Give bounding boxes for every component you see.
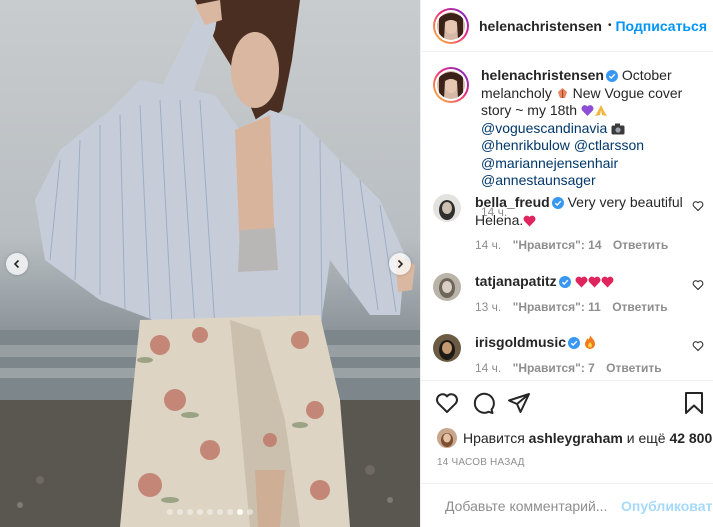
comment-likes[interactable]: "Нравится": 14	[513, 238, 602, 252]
red-heart-icon	[575, 276, 588, 288]
like-comment-heart-icon[interactable]	[692, 279, 704, 291]
comment-age[interactable]: 14 ч.	[475, 238, 501, 252]
like-comment-heart-icon[interactable]	[692, 340, 704, 352]
liker-avatar[interactable]	[437, 428, 457, 448]
comment-likes[interactable]: "Нравится": 7	[513, 361, 595, 375]
fire-icon	[584, 335, 595, 349]
share-plane-icon[interactable]	[507, 391, 531, 415]
pray-icon	[594, 105, 607, 116]
reply-button[interactable]: Ответить	[613, 238, 668, 252]
reply-button[interactable]: Ответить	[612, 300, 667, 314]
red-heart-icon	[588, 276, 601, 288]
carousel-dot	[167, 509, 173, 515]
carousel-dot	[177, 509, 183, 515]
photo-illustration	[0, 0, 420, 527]
carousel-dot	[187, 509, 193, 515]
bookmark-icon[interactable]	[683, 391, 705, 415]
comment-item: tatjanapatitz 13 ч. "Нравится": 11 Ответ…	[433, 273, 708, 316]
post-panel: helenachristensen • Подписаться helenach…	[420, 0, 713, 527]
mention-henrikbulow[interactable]: @henrikbulow	[481, 137, 570, 153]
red-heart-icon	[601, 276, 614, 288]
follow-button[interactable]: Подписаться	[615, 18, 707, 34]
comment-username[interactable]: bella_freud	[475, 194, 550, 210]
reply-button[interactable]: Ответить	[606, 361, 661, 375]
author-avatar	[437, 11, 465, 40]
likes-prefix: Нравится	[463, 430, 525, 446]
mention-ctlarsson[interactable]: @ctlarsson	[574, 137, 644, 153]
comment-item: irisgoldmusic 14 ч. "Нравится": 7 Ответи…	[433, 334, 708, 377]
likes-middle: и ещё	[626, 430, 666, 446]
verified-badge-icon	[605, 70, 618, 82]
comment-age[interactable]: 13 ч.	[475, 300, 501, 314]
carousel-next-button[interactable]	[389, 253, 411, 275]
post-timestamp[interactable]: 14 ЧАСОВ НАЗАД	[437, 457, 525, 468]
comment-username[interactable]: irisgoldmusic	[475, 334, 566, 350]
likes-summary: Нравится ashleygraham и ещё 42 800	[437, 428, 712, 448]
action-bar	[421, 380, 713, 424]
author-username[interactable]: helenachristensen	[479, 18, 602, 34]
carousel-dots	[0, 509, 420, 515]
caption-avatar	[437, 71, 465, 99]
comment-item: bella_freud Very very beautiful Helena. …	[433, 194, 708, 255]
chevron-right-icon	[397, 259, 404, 269]
comment-input[interactable]	[445, 497, 621, 514]
caption-avatar-ring[interactable]	[433, 67, 469, 103]
mention-annestaunsager[interactable]: @annestaunsager	[481, 172, 596, 188]
purple-heart-icon	[581, 105, 594, 116]
publish-button[interactable]: Опубликовать	[621, 498, 713, 514]
like-comment-heart-icon[interactable]	[692, 200, 704, 212]
verified-badge-icon	[551, 197, 564, 209]
comment-bubble-icon[interactable]	[471, 391, 495, 415]
commenter-avatar-tatjanapatitz[interactable]	[433, 273, 461, 301]
like-heart-icon[interactable]	[435, 391, 459, 415]
carousel-dot	[217, 509, 223, 515]
liker-username[interactable]: ashleygraham	[529, 430, 623, 446]
verified-badge-icon	[558, 276, 571, 288]
comment-username[interactable]: tatjanapatitz	[475, 273, 557, 289]
author-avatar-ring[interactable]	[433, 7, 469, 44]
comment-likes[interactable]: "Нравится": 11	[513, 300, 601, 314]
leaf-icon	[557, 87, 567, 98]
verified-badge-icon	[568, 337, 581, 349]
mention-mariannejensenhair[interactable]: @mariannejensenhair	[481, 155, 618, 171]
commenter-avatar-bella-freud[interactable]	[433, 194, 461, 222]
header-separator: •	[607, 20, 612, 31]
likes-count[interactable]: 42 800	[669, 430, 712, 446]
camera-icon	[611, 123, 625, 134]
mention-voguescandinavia[interactable]: @voguescandinavia	[481, 120, 607, 136]
post-photo[interactable]	[0, 0, 420, 527]
comment-composer: Опубликовать	[421, 483, 713, 527]
carousel-prev-button[interactable]	[6, 253, 28, 275]
caption-username[interactable]: helenachristensen	[481, 67, 604, 83]
post-header: helenachristensen • Подписаться	[421, 0, 713, 52]
carousel-dot	[247, 509, 253, 515]
chevron-left-icon	[13, 259, 20, 269]
carousel-dot	[237, 509, 243, 515]
comments-section: helenachristensen October melancholy New…	[421, 53, 713, 380]
carousel-dot	[227, 509, 233, 515]
carousel-dot	[197, 509, 203, 515]
commenter-avatar-irisgoldmusic[interactable]	[433, 334, 461, 362]
comment-age[interactable]: 14 ч.	[475, 361, 501, 375]
red-heart-icon	[523, 215, 536, 226]
carousel-dot	[207, 509, 213, 515]
